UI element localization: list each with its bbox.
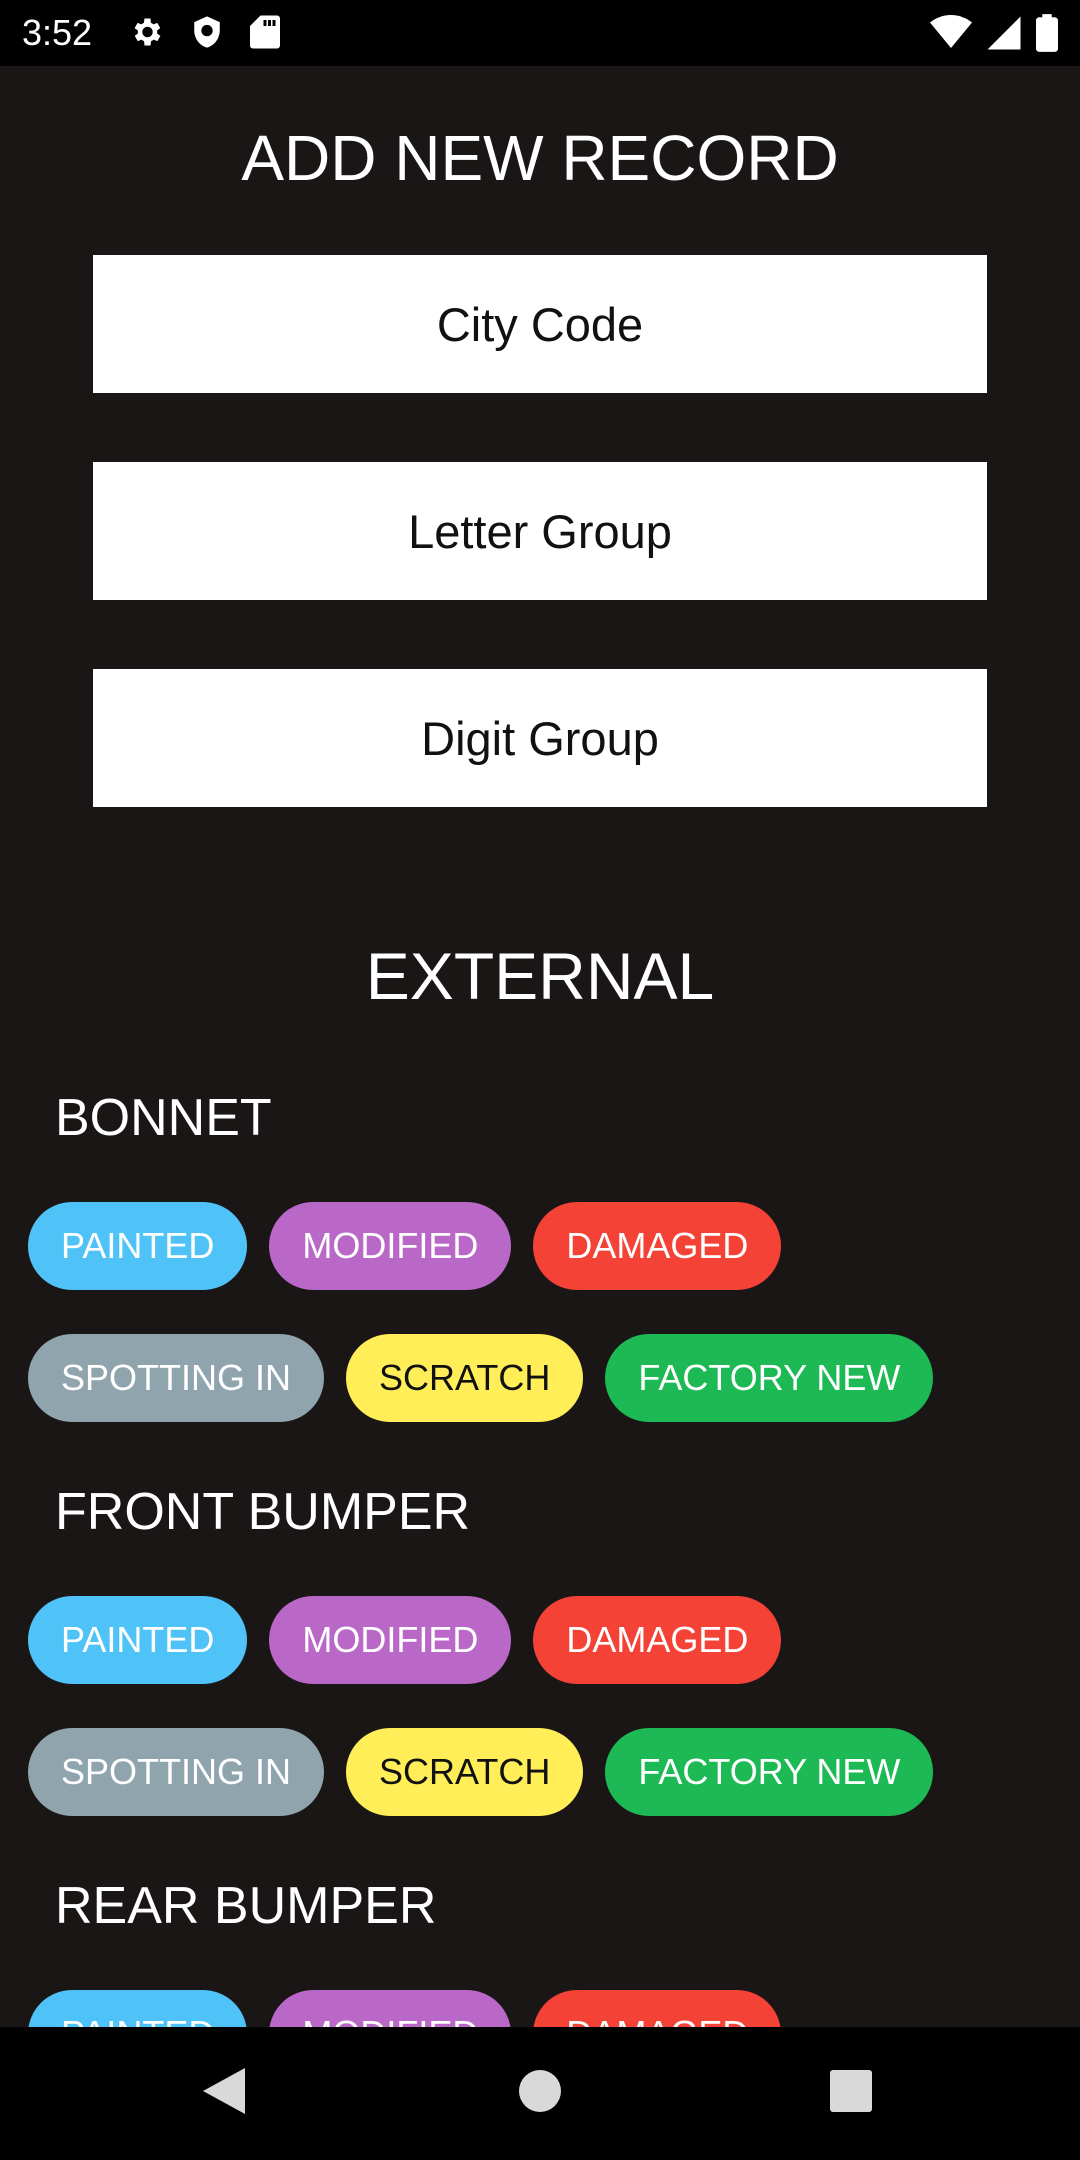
home-button[interactable] bbox=[508, 2061, 572, 2125]
section-title-external: EXTERNAL bbox=[365, 939, 715, 1013]
wifi-icon bbox=[930, 15, 972, 56]
status-bar: 3:52 bbox=[0, 0, 1080, 66]
chip-spotting-in[interactable]: SPOTTING IN bbox=[28, 1728, 325, 1816]
chip-row: PAINTED MODIFIED DAMAGED bbox=[28, 1596, 782, 1684]
chip-row: PAINTED MODIFIED DAMAGED bbox=[28, 1990, 782, 2027]
city-code-input[interactable] bbox=[93, 255, 987, 393]
part-title-front-bumper: FRONT BUMPER bbox=[55, 1483, 471, 1541]
chip-factory-new[interactable]: FACTORY NEW bbox=[605, 1728, 934, 1816]
signal-icon bbox=[986, 15, 1022, 56]
digit-group-input[interactable] bbox=[93, 669, 987, 807]
page-title: ADD NEW RECORD bbox=[241, 122, 839, 194]
chip-modified[interactable]: MODIFIED bbox=[269, 1202, 512, 1290]
shield-icon bbox=[190, 14, 224, 55]
chip-row: PAINTED MODIFIED DAMAGED bbox=[28, 1202, 782, 1290]
status-time: 3:52 bbox=[22, 12, 93, 53]
part-title-rear-bumper: REAR BUMPER bbox=[55, 1877, 437, 1935]
chip-damaged[interactable]: DAMAGED bbox=[533, 1596, 782, 1684]
navigation-bar bbox=[0, 2027, 1080, 2160]
chip-scratch[interactable]: SCRATCH bbox=[346, 1334, 584, 1422]
chip-scratch[interactable]: SCRATCH bbox=[346, 1728, 584, 1816]
sd-card-icon bbox=[250, 14, 280, 55]
chip-painted[interactable]: PAINTED bbox=[28, 1202, 248, 1290]
chip-painted[interactable]: PAINTED bbox=[28, 1596, 248, 1684]
chip-damaged[interactable]: DAMAGED bbox=[533, 1990, 782, 2027]
battery-icon bbox=[1036, 14, 1058, 57]
recents-button[interactable] bbox=[819, 2061, 883, 2125]
chip-painted[interactable]: PAINTED bbox=[28, 1990, 248, 2027]
chip-row: SPOTTING IN SCRATCH FACTORY NEW bbox=[28, 1728, 934, 1816]
part-title-bonnet: BONNET bbox=[55, 1089, 272, 1147]
chip-factory-new[interactable]: FACTORY NEW bbox=[605, 1334, 934, 1422]
chip-modified[interactable]: MODIFIED bbox=[269, 1990, 512, 2027]
back-icon bbox=[201, 2066, 247, 2121]
chip-row: SPOTTING IN SCRATCH FACTORY NEW bbox=[28, 1334, 934, 1422]
chip-damaged[interactable]: DAMAGED bbox=[533, 1202, 782, 1290]
gear-icon bbox=[128, 14, 164, 55]
status-system-icons bbox=[930, 14, 1058, 57]
status-notification-icons bbox=[128, 14, 280, 55]
chip-spotting-in[interactable]: SPOTTING IN bbox=[28, 1334, 325, 1422]
content-area[interactable]: ADD NEW RECORD EXTERNAL BONNET PAINTED M… bbox=[0, 66, 1080, 2027]
home-icon bbox=[518, 2069, 562, 2118]
back-button[interactable] bbox=[192, 2061, 256, 2125]
chip-modified[interactable]: MODIFIED bbox=[269, 1596, 512, 1684]
recents-icon bbox=[829, 2069, 873, 2118]
letter-group-input[interactable] bbox=[93, 462, 987, 600]
